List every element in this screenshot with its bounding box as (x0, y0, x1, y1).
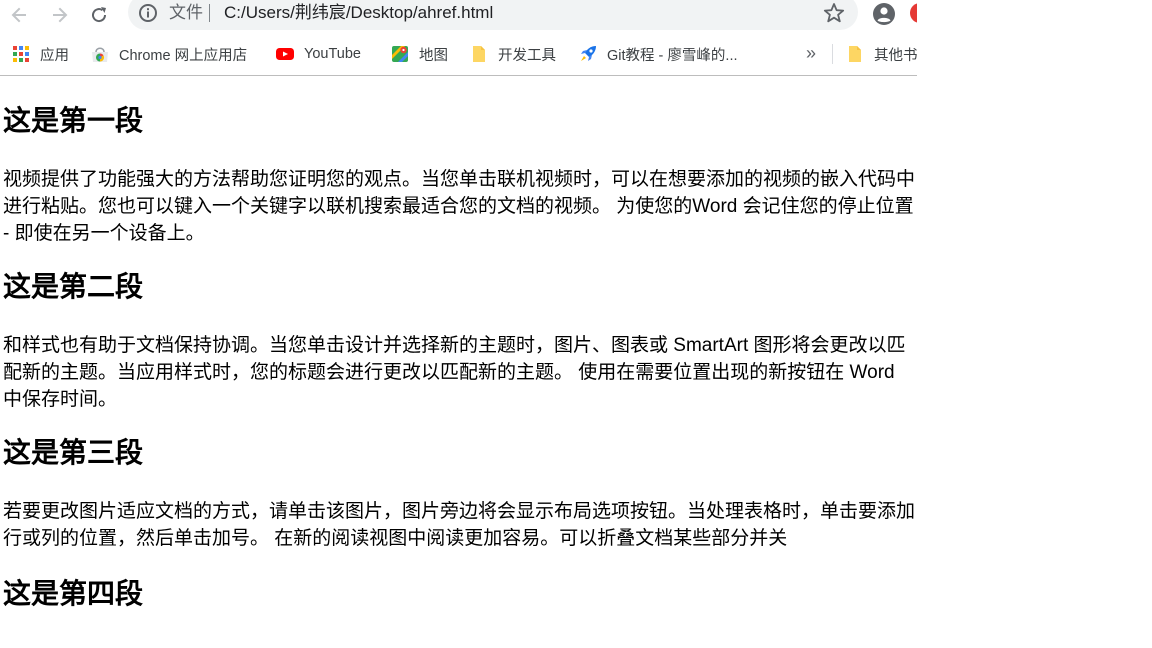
section-paragraph: 视频提供了功能强大的方法帮助您证明您的观点。当您单击联机视频时，可以在想要添加的… (3, 169, 916, 244)
section-heading: 这是第一段 (3, 105, 144, 136)
bookmark-label: 应用 (40, 47, 69, 64)
bookmark-label: 开发工具 (498, 47, 556, 64)
section-heading: 这是第四段 (3, 578, 144, 609)
url-text[interactable]: C:/Users/荆纬宸/Desktop/ahref.html (224, 3, 493, 23)
forward-button[interactable] (47, 2, 73, 28)
chrome-webstore-icon (92, 47, 108, 62)
section-heading: 这是第三段 (3, 437, 144, 468)
folder-icon (473, 46, 485, 62)
bookmark-git-tutorial[interactable]: Git教程 - 廖雪峰的... (579, 38, 738, 70)
section-paragraph: 若要更改图片适应文档的方式，请单击该图片，图片旁边将会显示布局选项按钮。当处理表… (3, 501, 916, 549)
bookmark-youtube[interactable]: YouTube (276, 38, 361, 70)
maps-icon (392, 46, 408, 62)
bookmark-other-folder[interactable]: 其他书 (846, 38, 917, 70)
rocket-icon (581, 46, 596, 61)
scheme-label: 文件 (169, 3, 203, 22)
section-heading: 这是第二段 (3, 271, 144, 302)
star-icon[interactable] (822, 2, 846, 24)
arrow-right-icon (53, 7, 68, 23)
page-content: 这是第一段 视频提供了功能强大的方法帮助您证明您的观点。当您单击联机视频时，可以… (0, 76, 917, 648)
bookmarks-bar: 应用 Chrome 网上应用店 YouTube 地图 开发工具 Git教程 - … (0, 38, 917, 70)
browser-toolbar: 文件 C:/Users/荆纬宸/Desktop/ahref.html (0, 0, 917, 30)
bookmark-label: YouTube (304, 46, 361, 62)
account-icon[interactable] (872, 2, 896, 26)
bookmark-folder-devtools[interactable]: 开发工具 (470, 38, 556, 70)
bookmark-apps[interactable]: 应用 (12, 38, 69, 70)
bookmark-label: Git教程 - 廖雪峰的... (607, 47, 738, 64)
back-button[interactable] (6, 2, 32, 28)
folder-icon (849, 46, 861, 62)
arrow-left-icon (11, 7, 26, 23)
bookmark-chrome-webstore[interactable]: Chrome 网上应用店 (91, 38, 247, 70)
more-bookmarks-button[interactable]: » (806, 42, 816, 64)
bookmark-label: 地图 (419, 47, 448, 64)
reload-icon (92, 7, 107, 23)
bookmark-label: 其他书 (874, 47, 917, 64)
reload-button[interactable] (86, 2, 112, 28)
bookmarks-divider (832, 44, 833, 64)
browser-window: 文件 C:/Users/荆纬宸/Desktop/ahref.html 应用 Ch… (0, 0, 917, 648)
info-icon[interactable] (138, 3, 158, 23)
address-bar[interactable]: 文件 C:/Users/荆纬宸/Desktop/ahref.html (128, 0, 858, 30)
apps-grid-icon (13, 46, 29, 62)
section-paragraph: 和样式也有助于文档保持协调。当您单击设计并选择新的主题时，图片、图表或 Smar… (3, 335, 906, 410)
scheme-divider (209, 4, 210, 22)
bookmark-label: Chrome 网上应用店 (119, 47, 248, 64)
bookmark-maps[interactable]: 地图 (391, 38, 448, 70)
youtube-icon (276, 48, 294, 60)
extension-icon[interactable] (910, 3, 917, 23)
